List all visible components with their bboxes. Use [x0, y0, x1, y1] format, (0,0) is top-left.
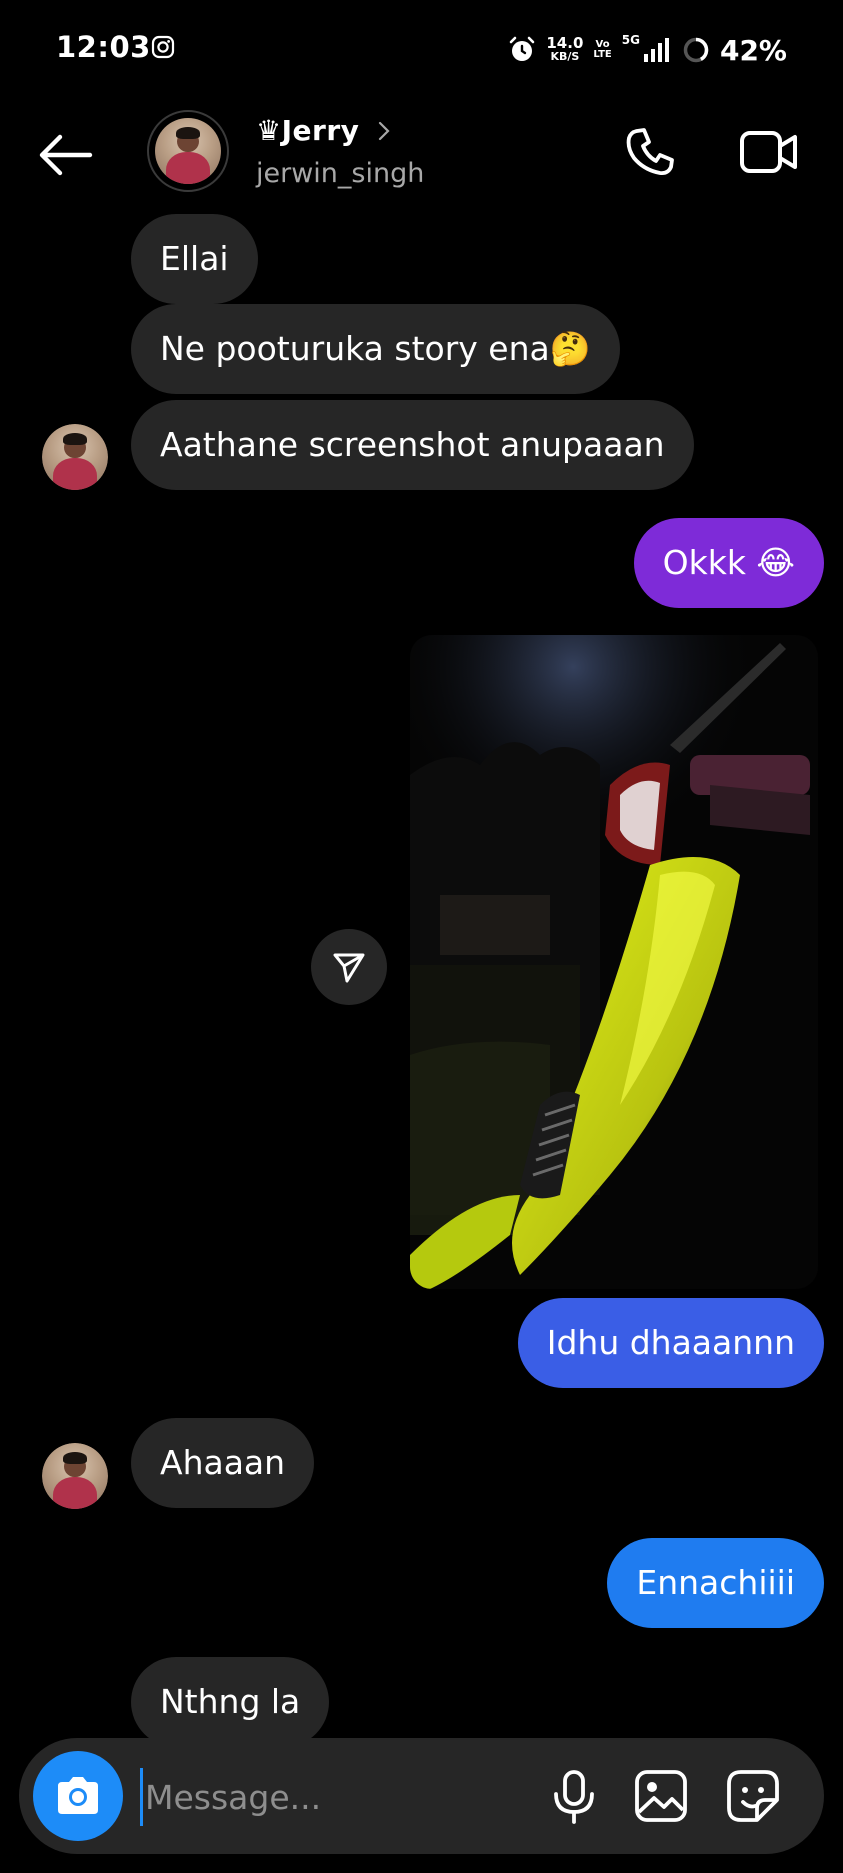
image-icon[interactable]: [631, 1766, 691, 1826]
camera-button[interactable]: [33, 1751, 123, 1841]
status-indicators: 14.0 KB/S Vo LTE 5G 42%: [508, 28, 787, 72]
sender-avatar[interactable]: [42, 1443, 108, 1509]
paper-plane-icon: [333, 953, 365, 983]
phone-icon[interactable]: [622, 124, 678, 180]
profile-avatar[interactable]: [147, 110, 229, 192]
volte-bottom: LTE: [593, 49, 612, 60]
scooter-photo: [410, 635, 818, 1289]
network-speed-unit: KB/S: [550, 50, 580, 63]
message-bubble-incoming[interactable]: Nthng la: [131, 1657, 330, 1747]
status-time: 12:03: [56, 30, 151, 64]
microphone-icon[interactable]: [544, 1766, 604, 1826]
volte-indicator: Vo LTE: [593, 40, 611, 60]
sender-avatar[interactable]: [42, 424, 108, 490]
avatar-photo: [155, 118, 221, 184]
status-bar: 12:03 14.0 KB/S Vo LTE 5G 42%: [0, 0, 843, 100]
message-bubble-incoming[interactable]: Aathane screenshot anupaaan: [131, 400, 694, 490]
sticker-icon[interactable]: [723, 1766, 783, 1826]
message-bubble-incoming[interactable]: Ne pooturuka story ena🤔: [131, 304, 620, 394]
chevron-right-icon: [379, 121, 390, 140]
avatar-photo: [42, 1443, 108, 1509]
back-arrow-icon[interactable]: [36, 130, 94, 180]
share-button[interactable]: [311, 929, 387, 1005]
message-bubble-outgoing[interactable]: Idhu dhaaannn: [517, 1298, 824, 1388]
battery-icon: [683, 37, 709, 63]
message-bubble-incoming[interactable]: Ellai: [131, 214, 258, 304]
avatar-photo: [42, 424, 108, 490]
contact-name[interactable]: ♛Jerry: [256, 114, 393, 147]
message-bubble-outgoing[interactable]: Ennachiiii: [607, 1538, 824, 1628]
shared-story-image[interactable]: [410, 635, 818, 1289]
instagram-icon: [151, 35, 175, 59]
contact-name-text: ♛Jerry: [256, 114, 360, 147]
alarm-icon: [510, 36, 535, 61]
signal-icon: [643, 38, 669, 62]
video-camera-icon[interactable]: [738, 126, 800, 178]
message-bubble-incoming[interactable]: Ahaaan: [131, 1418, 315, 1508]
contact-username[interactable]: jerwin_singh: [256, 158, 424, 189]
message-bubble-outgoing[interactable]: Okkk 😂: [633, 518, 824, 608]
network-speed-value: 14.0: [546, 34, 584, 52]
camera-icon: [58, 1777, 98, 1814]
chat-header: ♛Jerry jerwin_singh: [0, 100, 843, 210]
network-type: 5G: [621, 33, 640, 47]
message-input[interactable]: [140, 1768, 537, 1826]
message-composer: [19, 1738, 824, 1854]
battery-percent: 42%: [719, 33, 787, 67]
network-speed: 14.0 KB/S: [546, 36, 583, 64]
